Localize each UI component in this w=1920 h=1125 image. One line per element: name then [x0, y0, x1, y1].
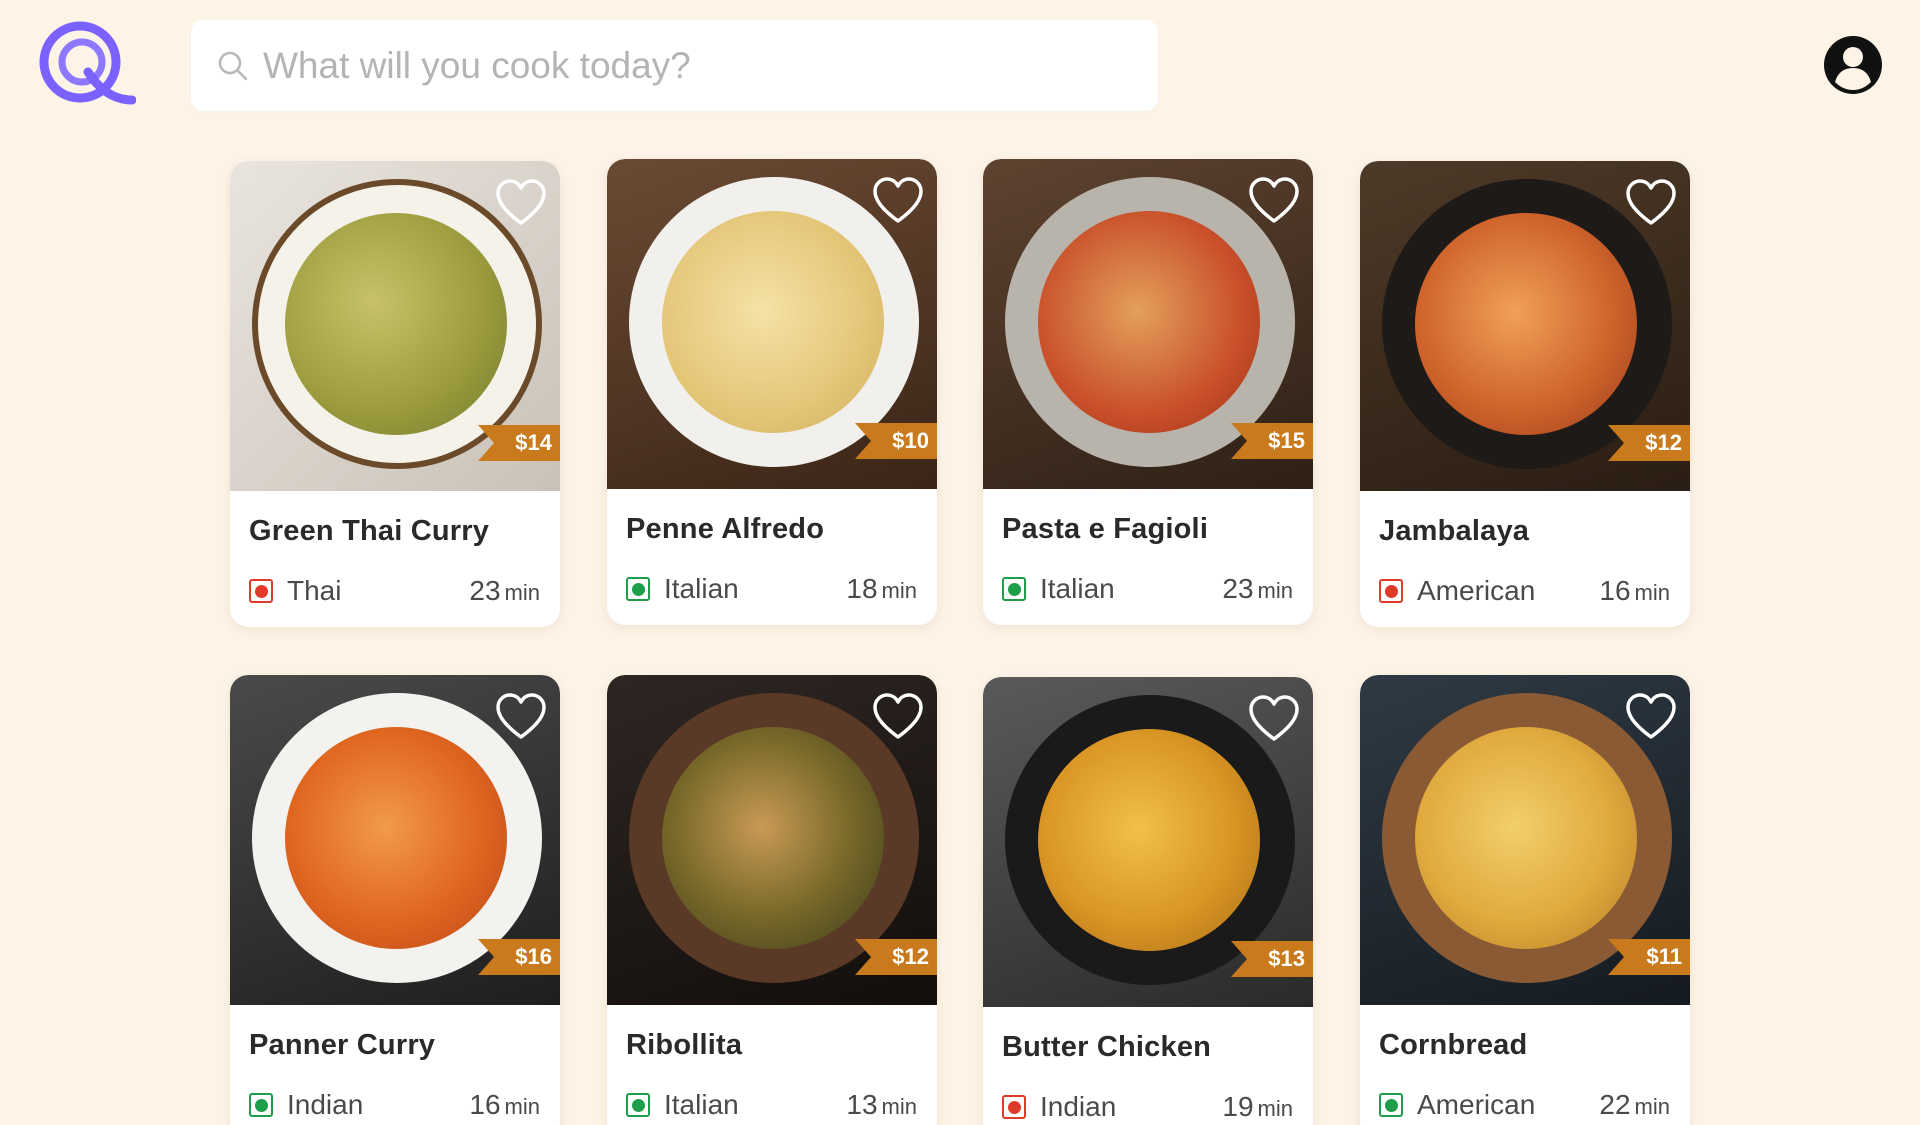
- recipe-card[interactable]: $15 Pasta e Fagioli Italian 23 min: [983, 159, 1313, 625]
- recipe-meta: Indian 19 min: [1002, 1087, 1293, 1125]
- non-veg-icon: [1379, 579, 1403, 603]
- recipe-card[interactable]: $12 Jambalaya American 16 min: [1360, 161, 1690, 627]
- recipe-title: Pasta e Fagioli: [1002, 513, 1209, 545]
- recipe-meta: Italian 23 min: [1002, 569, 1293, 609]
- cook-time: 19 min: [1222, 1091, 1293, 1122]
- green-curry-photo: $14: [230, 161, 560, 491]
- cornbread-photo: $11: [1360, 675, 1690, 1005]
- cook-time: 23 min: [1222, 573, 1293, 604]
- recipe-card[interactable]: $11 Cornbread American 22 min: [1360, 675, 1690, 1125]
- cook-time: 16 min: [469, 1089, 540, 1120]
- recipe-title: Penne Alfredo: [626, 513, 825, 545]
- heart-icon[interactable]: [873, 693, 923, 741]
- paneer-curry-photo: $16: [230, 675, 560, 1005]
- heart-icon[interactable]: [1626, 179, 1676, 227]
- recipe-title: Cornbread: [1379, 1029, 1528, 1061]
- cuisine-label: Thai: [287, 575, 342, 606]
- heart-icon[interactable]: [1626, 693, 1676, 741]
- recipe-meta: American 16 min: [1379, 571, 1670, 611]
- recipe-meta: Italian 13 min: [626, 1085, 917, 1125]
- recipe-title: Green Thai Curry: [249, 515, 490, 547]
- pasta-fagioli-photo: $15: [983, 159, 1313, 489]
- cuisine-label: Italian: [664, 573, 739, 604]
- veg-icon: [626, 577, 650, 601]
- recipe-card[interactable]: $12 Ribollita Italian 13 min: [607, 675, 937, 1125]
- non-veg-icon: [1002, 1095, 1026, 1119]
- heart-icon[interactable]: [496, 179, 546, 227]
- cuisine-label: Italian: [1040, 573, 1115, 604]
- ribollita-photo: $12: [607, 675, 937, 1005]
- recipe-title: Panner Curry: [249, 1029, 436, 1061]
- recipe-meta: Indian 16 min: [249, 1085, 540, 1125]
- recipe-meta: Thai 23 min: [249, 571, 540, 611]
- recipe-meta: Italian 18 min: [626, 569, 917, 609]
- cook-time: 16 min: [1599, 575, 1670, 606]
- recipe-title: Butter Chicken: [1002, 1031, 1212, 1063]
- recipe-card[interactable]: $13 Butter Chicken Indian 19 min: [983, 677, 1313, 1125]
- cuisine-label: Indian: [287, 1089, 364, 1120]
- heart-icon[interactable]: [1249, 695, 1299, 743]
- recipe-meta: American 22 min: [1379, 1085, 1670, 1125]
- penne-alfredo-photo: $10: [607, 159, 937, 489]
- recipe-title: Ribollita: [626, 1029, 743, 1061]
- heart-icon[interactable]: [873, 177, 923, 225]
- veg-icon: [626, 1093, 650, 1117]
- cuisine-label: American: [1417, 1089, 1536, 1120]
- veg-icon: [1002, 577, 1026, 601]
- veg-icon: [1379, 1093, 1403, 1117]
- non-veg-icon: [249, 579, 273, 603]
- cook-time: 23 min: [469, 575, 540, 606]
- heart-icon[interactable]: [1249, 177, 1299, 225]
- recipe-card[interactable]: $10 Penne Alfredo Italian 18 min: [607, 159, 937, 625]
- cuisine-label: American: [1417, 575, 1536, 606]
- cook-time: 13 min: [846, 1089, 917, 1120]
- cook-time: 18 min: [846, 573, 917, 604]
- cook-time: 22 min: [1599, 1089, 1670, 1120]
- recipe-app: $14 Green Thai Curry Thai 23min $10 Penn…: [0, 0, 1920, 1125]
- jambalaya-photo: $12: [1360, 161, 1690, 491]
- recipe-card[interactable]: $16 Panner Curry Indian 16 min: [230, 675, 560, 1125]
- veg-icon: [249, 1093, 273, 1117]
- recipe-grid: $14 Green Thai Curry Thai 23 min $10 Penn…: [0, 0, 1920, 1125]
- recipe-title: Jambalaya: [1379, 515, 1530, 547]
- butter-chicken-photo: $13: [983, 677, 1313, 1007]
- cuisine-label: Indian: [1040, 1091, 1117, 1122]
- recipe-card[interactable]: $14 Green Thai Curry Thai 23 min: [230, 161, 560, 627]
- heart-icon[interactable]: [496, 693, 546, 741]
- cuisine-label: Italian: [664, 1089, 739, 1120]
